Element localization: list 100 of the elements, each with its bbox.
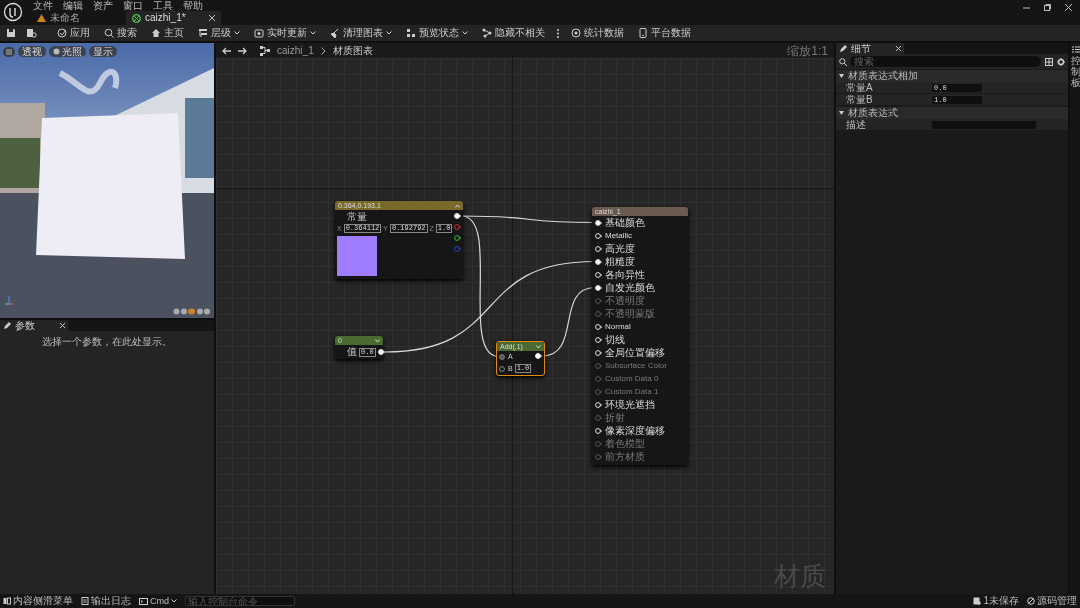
expanded-caret-icon — [839, 74, 844, 78]
toolbar-button[interactable]: 清理图表 — [328, 26, 394, 40]
input-pin-icon[interactable] — [595, 297, 602, 304]
pencil-icon — [839, 44, 847, 53]
hide-nodes-icon — [482, 28, 492, 38]
input-pin-icon[interactable] — [595, 310, 602, 317]
list-icon[interactable] — [1071, 46, 1080, 53]
status-button[interactable]: 源码管理 — [1027, 596, 1077, 606]
unsaved-files-icon — [973, 597, 982, 605]
preview-shape-icon[interactable] — [173, 308, 211, 315]
menu-item[interactable]: 帮助 — [181, 0, 205, 11]
property-field[interactable] — [932, 120, 1036, 129]
menu-item[interactable]: 工具 — [151, 0, 175, 11]
toolbar-button[interactable]: 搜索 — [102, 26, 139, 40]
pin-label: 像素深度偏移 — [605, 425, 665, 436]
forward-arrow-icon[interactable] — [238, 46, 247, 55]
search-field[interactable]: 搜索 — [850, 56, 1041, 67]
menu-item[interactable]: 资产 — [91, 0, 115, 11]
pin-label: 前方材质 — [605, 451, 645, 462]
input-pin-icon[interactable] — [595, 362, 602, 369]
toolbar-button[interactable]: 隐藏不相关 — [480, 26, 547, 40]
close-icon[interactable] — [60, 323, 65, 328]
status-button[interactable]: 输出日志 — [81, 596, 131, 606]
input-pin-icon[interactable] — [595, 440, 602, 447]
section-header[interactable]: 材质表达式相加 — [836, 70, 1068, 82]
preview-nodes-icon — [406, 28, 416, 38]
chevron-icon — [320, 46, 326, 55]
menu-item[interactable]: 文件 — [31, 0, 55, 11]
settings-icon[interactable] — [1057, 57, 1065, 66]
node-label: 值 — [347, 347, 357, 357]
pin-label: 着色模型 — [605, 438, 645, 449]
restore-icon[interactable] — [1044, 4, 1051, 11]
editor-tab[interactable]: 未命名 — [31, 11, 126, 25]
source-control-icon — [1027, 597, 1035, 605]
close-icon[interactable] — [209, 15, 215, 21]
unreal-logo-icon[interactable] — [3, 2, 23, 22]
breadcrumb-item[interactable]: 材质图表 — [332, 45, 373, 56]
toolbar-button[interactable]: 主页 — [149, 26, 186, 40]
pin-label: 不透明蒙版 — [605, 308, 655, 319]
toolbar-button[interactable]: 统计数据 — [569, 26, 626, 40]
grid-view-icon[interactable] — [1045, 57, 1053, 66]
toolbar-button[interactable]: 层级 — [196, 26, 242, 40]
back-arrow-icon[interactable] — [222, 46, 231, 55]
warning-triangle-icon — [37, 14, 46, 22]
hierarchy-icon — [198, 28, 208, 38]
pin-label: Metallic — [605, 230, 633, 241]
caret-icon — [234, 31, 240, 35]
viewport-button[interactable]: 光照 — [49, 46, 86, 57]
stats-icon — [571, 28, 581, 38]
status-button[interactable]: 1未保存 — [973, 596, 1019, 606]
pin-label: 不透明度 — [605, 295, 645, 306]
viewport-button[interactable]: 透视 — [18, 46, 46, 57]
pin-label: Normal — [605, 321, 631, 332]
input-pin-icon[interactable] — [595, 375, 602, 382]
expand-chevron-icon[interactable] — [536, 344, 541, 349]
toolbar-button[interactable]: 实时更新 — [252, 26, 318, 40]
input-pin-icon[interactable] — [595, 414, 602, 421]
toolbar-button[interactable]: 预览状态 — [404, 26, 470, 40]
breadcrumb-item[interactable]: caizhi_1 — [277, 45, 314, 56]
pin-label: 粗糙度 — [605, 256, 635, 267]
side-tab[interactable]: 控制板 — [1070, 55, 1080, 88]
toolbar-button[interactable]: 应用 — [55, 26, 92, 40]
expand-chevron-icon[interactable] — [375, 338, 380, 343]
expand-chevron-icon[interactable] — [455, 203, 460, 208]
section-header[interactable]: 材质表达式 — [836, 107, 1068, 119]
input-pin-icon[interactable] — [595, 453, 602, 460]
input-pin-icon[interactable] — [595, 388, 602, 395]
log-icon — [81, 597, 89, 605]
caret-icon — [386, 31, 392, 35]
browse-icon[interactable] — [26, 28, 37, 38]
sphere-icon — [53, 48, 60, 55]
content-drawer-icon — [3, 597, 11, 605]
console-type-dropdown[interactable]: Cmd — [139, 596, 177, 606]
menu-item[interactable]: 编辑 — [61, 0, 85, 11]
editor-tab[interactable]: caizhi_1* — [126, 11, 221, 25]
close-icon[interactable] — [1065, 4, 1072, 11]
pin-label: 高光度 — [605, 243, 635, 254]
pin-label: 环境光遮挡 — [605, 399, 655, 410]
panel-tab[interactable]: 参数 — [0, 320, 68, 331]
toolbar-button[interactable]: 平台数据 — [636, 26, 693, 40]
minimize-icon[interactable] — [1023, 4, 1030, 11]
viewport-button[interactable]: 显示 — [89, 46, 117, 57]
close-icon[interactable] — [896, 46, 901, 51]
pin-label: 基础颜色 — [605, 217, 645, 228]
search-icon — [104, 28, 114, 38]
caret-icon — [171, 599, 177, 603]
property-label: 描述 — [845, 119, 867, 130]
panel-tab[interactable]: 细节 — [836, 43, 904, 54]
property-label: 常量A — [845, 82, 874, 93]
caret-icon — [310, 31, 316, 35]
material-sphere-icon — [132, 13, 141, 23]
status-button[interactable]: 内容侧滑菜单 — [3, 596, 73, 606]
pin-label: 折射 — [605, 412, 625, 423]
home-icon — [151, 28, 161, 38]
input-pin-icon[interactable] — [499, 353, 506, 360]
input-pin-icon[interactable] — [499, 365, 506, 372]
caret-icon — [462, 31, 468, 35]
pin-label: 切线 — [605, 334, 625, 345]
menu-item[interactable]: 窗口 — [121, 0, 145, 11]
save-icon[interactable] — [6, 28, 16, 38]
